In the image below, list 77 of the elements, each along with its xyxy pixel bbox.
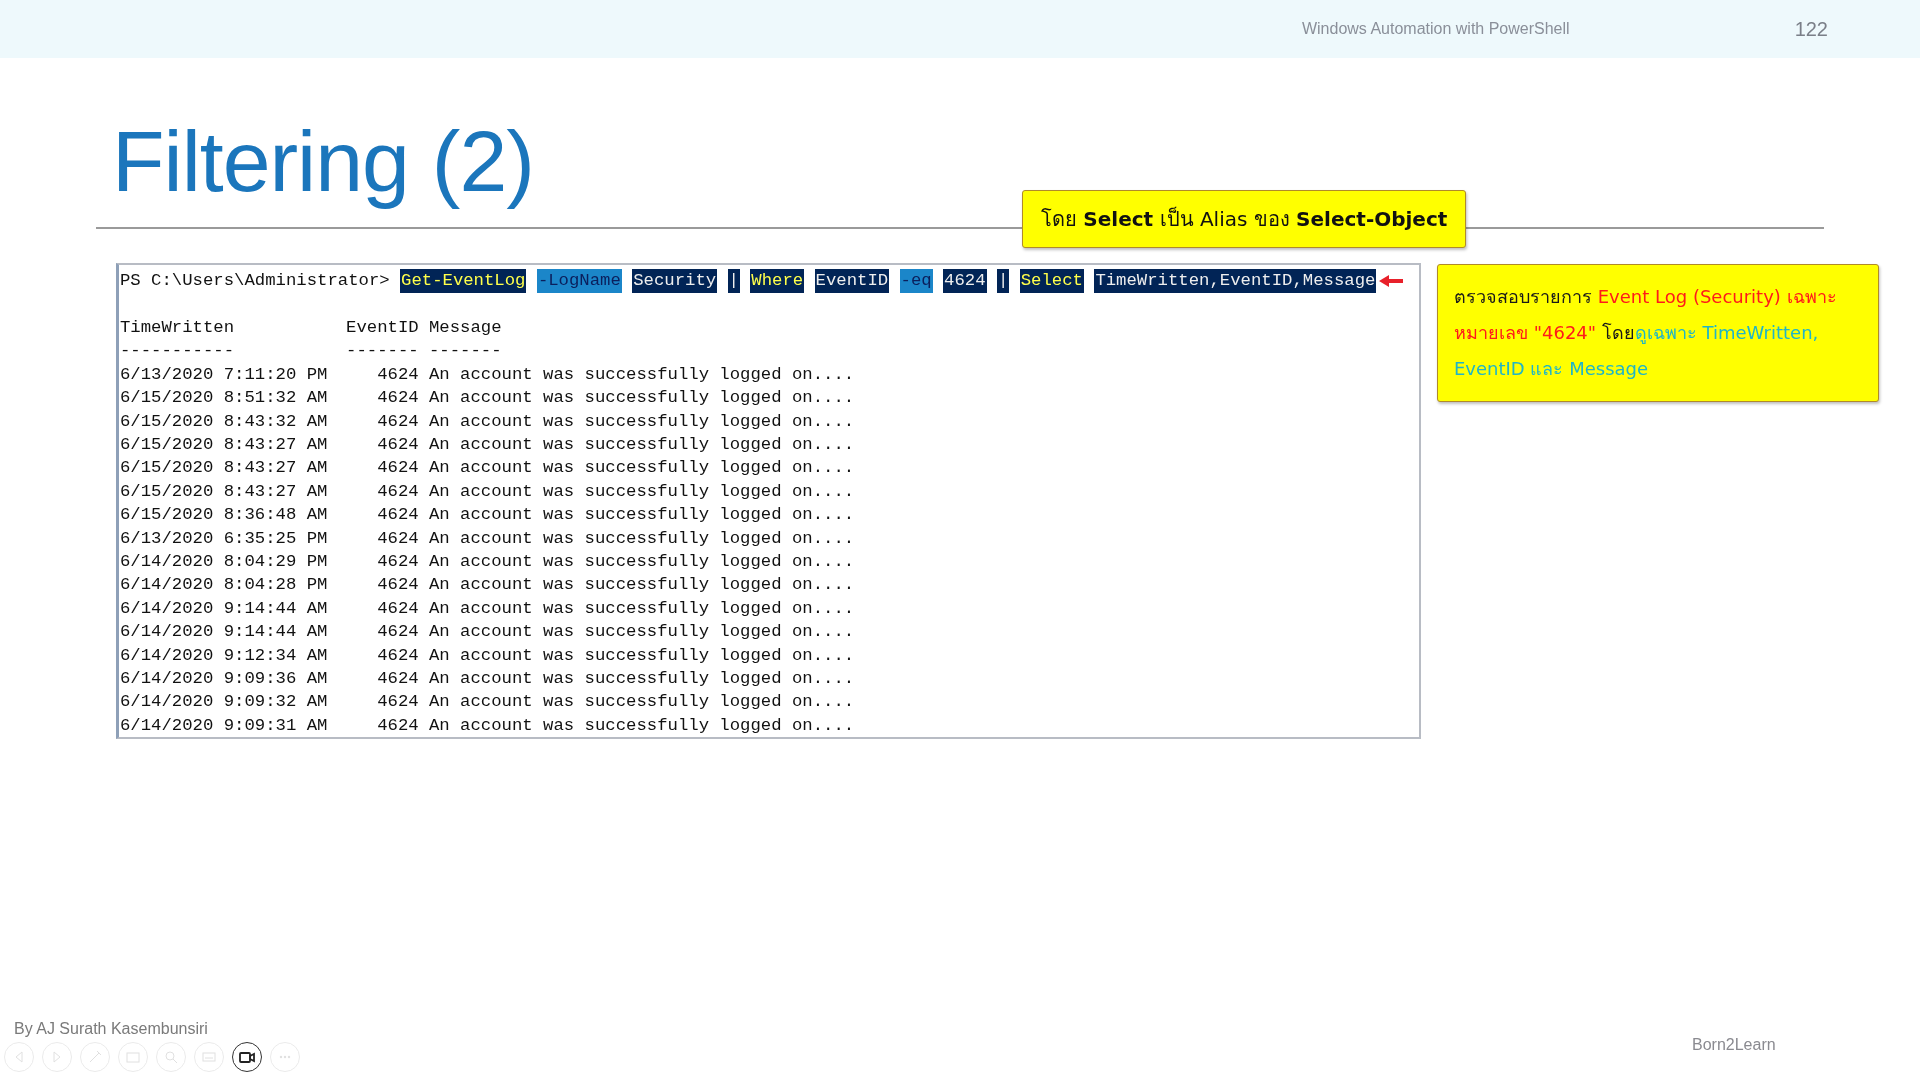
command-token: -LogName [536, 269, 622, 293]
table-cell-text: 6/14/2020 9:14:44 AM [120, 597, 329, 620]
table-cell-text: 4624 [376, 621, 419, 644]
command-token: Where [750, 269, 805, 293]
table-cell-text: 6/13/2020 6:35:25 PM [120, 527, 329, 550]
table-cell-text: An account was successfully logged on.... [429, 480, 856, 503]
arrow-icon [1378, 273, 1403, 288]
slide-number: 122 [1794, 17, 1828, 41]
table-cell-text: 4624 [376, 691, 419, 714]
table-cell-text: 6/14/2020 8:04:29 PM [120, 551, 329, 574]
command-token: -eq [899, 269, 933, 293]
table-cell-text: 6/15/2020 8:43:27 AM [120, 434, 329, 456]
table-cell-text: 6/13/2020 7:11:20 PM [120, 363, 329, 386]
table-cell-text: 6/14/2020 9:14:44 AM [120, 621, 329, 644]
table-cell-text: 6/14/2020 9:09:36 AM [120, 668, 329, 691]
table-cell-text: An account was successfully logged on.... [429, 434, 856, 456]
table-cell-text: An account was successfully logged on.... [429, 410, 856, 433]
table-cell-text: An account was successfully logged on.... [429, 644, 856, 667]
table-cell-text: 4624 [376, 434, 419, 456]
table-cell-text: 6/15/2020 8:51:32 AM [120, 387, 329, 410]
table-cell-text: An account was successfully logged on.... [429, 621, 856, 644]
footer-brand: Born2Learn [1692, 1036, 1776, 1054]
table-cell-text: An account was successfully logged on.... [429, 691, 856, 714]
header-underline: ------- [346, 340, 419, 363]
table-cell-text: An account was successfully logged on.... [429, 457, 856, 480]
table-cell-text: An account was successfully logged on.... [429, 714, 856, 737]
table-cell-text: 4624 [376, 504, 419, 527]
command-token: | [727, 269, 740, 293]
table-cell-text: 6/15/2020 8:36:48 AM [120, 504, 329, 527]
table-cell-text: 4624 [376, 551, 419, 574]
table-cell-text: 6/15/2020 8:43:32 AM [120, 410, 329, 433]
table-cell-text: 4624 [376, 597, 419, 620]
table-cell-text: 4624 [376, 574, 419, 597]
header-underline: ------- [429, 340, 503, 363]
table-cell-text: 6/14/2020 9:09:32 AM [120, 691, 329, 714]
column-header: Message [429, 317, 503, 339]
alias-callout: โดย Select เป็น Alias ของ Select-Object [1022, 190, 1467, 248]
table-cell-text: 6/15/2020 8:43:27 AM [120, 457, 329, 480]
callout-text: ตรวจสอบรายการ Event Log (Security) เฉพาะหมายเลข "4624" โดยดูเฉพาะ TimeWritten, EventID และ Message [1454, 285, 1838, 382]
table-cell-text: 6/14/2020 9:12:34 AM [120, 644, 329, 667]
table-cell-text: 4624 [376, 363, 419, 386]
table-cell-text: 4624 [376, 457, 419, 480]
command-token: Security [632, 269, 718, 293]
command-token: EventID [814, 269, 890, 293]
console-prompt: PS C:\Users\Administrator> [120, 270, 390, 293]
table-cell-text: 6/15/2020 8:43:27 AM [120, 480, 329, 503]
table-cell-text: An account was successfully logged on.... [429, 504, 856, 527]
column-header: EventID [346, 317, 419, 339]
table-cell-text: An account was successfully logged on.... [429, 527, 856, 550]
command-token: Get-EventLog [400, 269, 527, 293]
table-cell-text: 4624 [376, 387, 419, 410]
table-cell-text: 4624 [376, 480, 419, 503]
table-cell-text: 4624 [376, 527, 419, 550]
video-camera-icon [239, 1050, 255, 1064]
slide-title: Filtering (2) [112, 112, 534, 211]
table-cell-text: An account was successfully logged on.... [429, 668, 856, 691]
table-cell-text: 4624 [376, 668, 419, 691]
course-title: Windows Automation with PowerShell [1301, 20, 1570, 38]
header-underline: ----------- [120, 340, 236, 363]
table-cell-text: 6/14/2020 8:04:28 PM [120, 574, 329, 597]
table-cell-text: An account was successfully logged on.... [429, 387, 856, 410]
table-cell-text: An account was successfully logged on.... [429, 574, 856, 597]
zoom-icon [163, 1050, 179, 1064]
table-cell-text: An account was successfully logged on.... [429, 551, 856, 574]
command-token: Select [1019, 269, 1084, 293]
table-cell-text: 4624 [376, 644, 419, 667]
command-token: 4624 [943, 269, 987, 293]
command-token: | [997, 269, 1010, 293]
table-cell-text: 6/14/2020 9:09:31 AM [120, 714, 329, 737]
table-cell-text: An account was successfully logged on.... [429, 363, 856, 386]
column-header: TimeWritten [120, 317, 236, 339]
table-cell-text: 4624 [376, 714, 419, 737]
command-token: TimeWritten,EventID,Message [1094, 269, 1377, 293]
table-cell-text: An account was successfully logged on.... [429, 597, 856, 620]
pen-icon [87, 1050, 103, 1064]
author-credit: By AJ Surath Kasembunsiri [14, 1020, 208, 1038]
table-cell-text: 4624 [376, 410, 419, 433]
